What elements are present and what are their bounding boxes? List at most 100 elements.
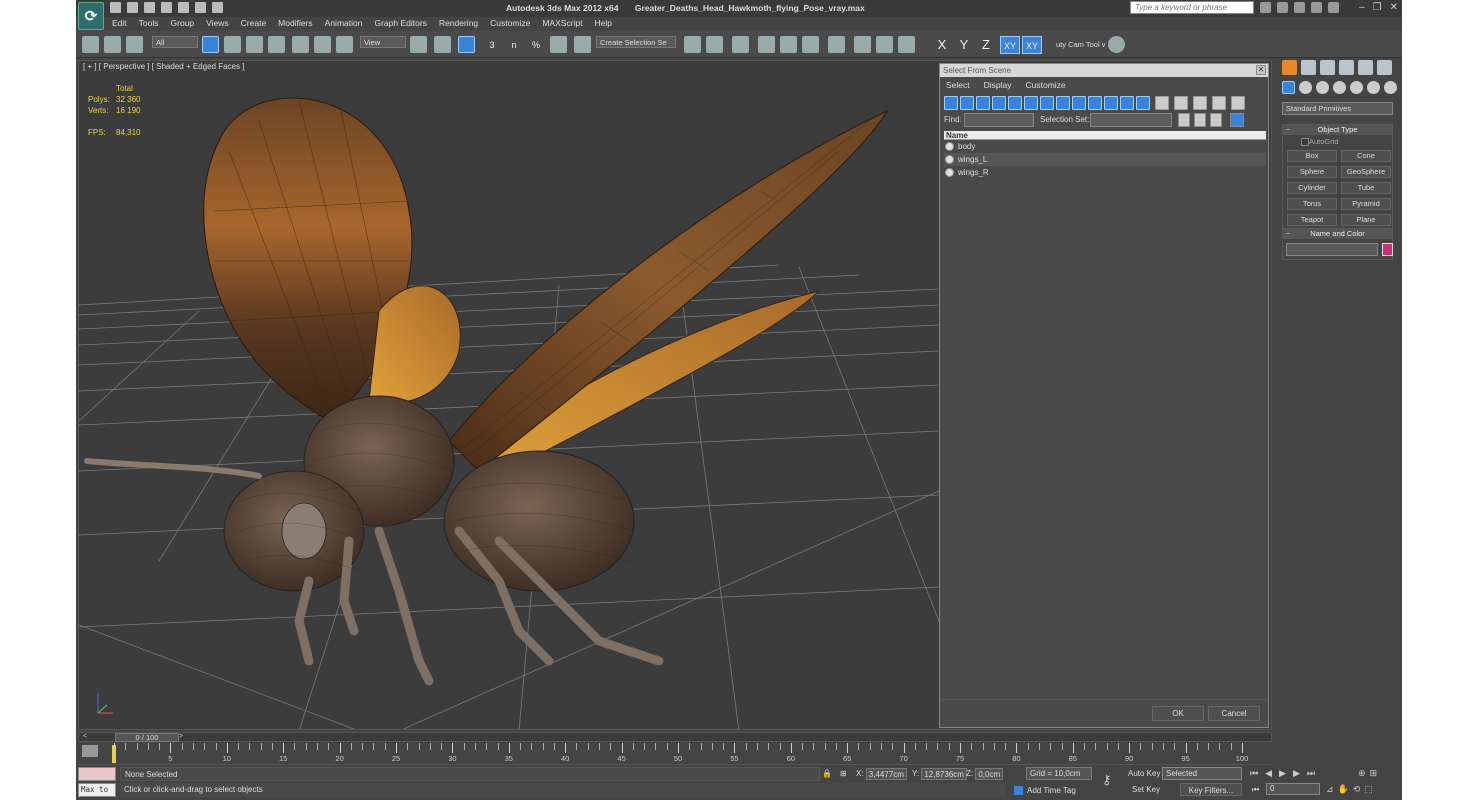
key-mode-dropdown[interactable]: Selected (1162, 767, 1242, 780)
select-all-icon[interactable] (1178, 113, 1190, 127)
list-item[interactable]: wings_R (944, 166, 1266, 179)
menu-views[interactable]: Views (200, 17, 235, 30)
object-color-swatch[interactable] (1382, 243, 1393, 256)
menu-help[interactable]: Help (588, 17, 617, 30)
tube-button[interactable]: Tube (1341, 182, 1391, 194)
select-none-icon[interactable] (1194, 113, 1206, 127)
go-to-start-icon[interactable]: ⏮ (1250, 768, 1258, 779)
spinner-snap-icon[interactable] (550, 36, 567, 53)
cylinder-button[interactable]: Cylinder (1287, 182, 1337, 194)
object-name-input[interactable] (1286, 243, 1378, 256)
systems-icon[interactable] (1384, 81, 1397, 94)
teapot-button[interactable]: Teapot (1287, 214, 1337, 226)
cone-button[interactable]: Cone (1341, 150, 1391, 162)
minimize-icon[interactable]: ‒ (1359, 2, 1365, 13)
torus-button[interactable]: Torus (1287, 198, 1337, 210)
auto-key-button[interactable]: Auto Key (1128, 767, 1160, 780)
menu-customize[interactable]: Customize (484, 17, 536, 30)
dialog-menu-select[interactable]: Select (946, 79, 970, 92)
lights-icon[interactable] (1316, 81, 1329, 94)
zoom-icon[interactable]: ⊕ (1358, 768, 1366, 779)
modify-tab-icon[interactable] (1301, 60, 1316, 75)
reference-coordinate-dropdown[interactable]: View (360, 36, 406, 48)
field-of-view-icon[interactable]: ⊿ (1326, 784, 1334, 795)
coord-z-field[interactable]: 0,0cm (975, 767, 1004, 780)
mirror-icon[interactable] (684, 36, 701, 53)
window-crossing-icon[interactable] (268, 36, 285, 53)
coord-x-field[interactable]: 3,4477cm (865, 767, 907, 780)
select-invert-icon[interactable] (1210, 113, 1222, 127)
pivot-center-icon[interactable] (410, 36, 427, 53)
edit-named-selection-icon[interactable] (574, 36, 591, 53)
display-invert-icon[interactable] (1174, 96, 1188, 110)
previous-frame-icon[interactable]: ◀ (1265, 768, 1272, 779)
menu-graph-editors[interactable]: Graph Editors (368, 17, 432, 30)
binoculars-icon[interactable] (1260, 2, 1271, 13)
display-bones-icon[interactable] (1072, 96, 1086, 110)
redo-icon[interactable] (178, 2, 189, 13)
align-icon[interactable] (706, 36, 723, 53)
close-icon[interactable]: ✕ (1390, 2, 1398, 13)
cameras-icon[interactable] (1333, 81, 1346, 94)
filter-icon[interactable] (1212, 96, 1226, 110)
keyboard-shortcut-override-icon[interactable] (458, 36, 475, 53)
save-file-icon[interactable] (144, 2, 155, 13)
sphere-button[interactable]: Sphere (1287, 166, 1337, 178)
display-none-icon[interactable] (1155, 96, 1169, 110)
undo-icon[interactable] (161, 2, 172, 13)
geosphere-button[interactable]: GeoSphere (1341, 166, 1391, 178)
time-next-arrow-icon[interactable]: > (179, 733, 183, 740)
primitive-type-dropdown[interactable]: Standard Primitives (1282, 102, 1393, 115)
space-warps-icon[interactable] (1367, 81, 1380, 94)
maxscript-listener-input[interactable] (78, 767, 116, 781)
add-time-tag-button[interactable]: Add Time Tag (1014, 784, 1076, 797)
angle-snap-icon[interactable]: n (504, 36, 524, 54)
box-button[interactable]: Box (1287, 150, 1337, 162)
display-tab-icon[interactable] (1358, 60, 1373, 75)
list-item[interactable]: wings_L (944, 153, 1266, 166)
select-dependents-icon[interactable] (1230, 113, 1244, 127)
percent-snap-icon[interactable]: % (526, 36, 546, 54)
time-prev-arrow-icon[interactable]: < (83, 733, 87, 740)
mini-curve-editor-icon[interactable] (82, 745, 98, 757)
app-logo-icon[interactable]: ⟳ (78, 2, 104, 30)
time-slider[interactable]: 0 / 100 (115, 733, 179, 742)
ok-button[interactable]: OK (1152, 706, 1204, 721)
menu-maxscript[interactable]: MAXScript (536, 17, 588, 30)
autogrid-checkbox[interactable]: AutoGrid (1283, 135, 1392, 148)
constrain-xy-button[interactable]: XY (1000, 36, 1020, 54)
track-bar[interactable]: 0510152025303540455055606570758085909510… (78, 743, 1272, 765)
helpers-icon[interactable] (1350, 81, 1363, 94)
column-header-name[interactable]: Name (944, 131, 1266, 140)
constrain-x-button[interactable]: X (932, 36, 952, 54)
open-file-icon[interactable] (127, 2, 138, 13)
maxscript-mini-listener[interactable]: Max to (78, 783, 116, 797)
set-key-button[interactable]: Set Key (1132, 783, 1160, 796)
filter-options-icon[interactable] (1231, 96, 1245, 110)
help-icon[interactable] (1328, 2, 1339, 13)
set-key-icon[interactable]: ⚷ (1102, 772, 1112, 788)
communication-icon[interactable] (1294, 2, 1305, 13)
display-lights-icon[interactable] (976, 96, 990, 110)
scale-icon[interactable] (336, 36, 353, 53)
render-production-icon[interactable] (898, 36, 915, 53)
pyramid-button[interactable]: Pyramid (1341, 198, 1391, 210)
move-icon[interactable] (292, 36, 309, 53)
display-groups-icon[interactable] (1040, 96, 1054, 110)
coord-y-field[interactable]: 12,8736cm (921, 767, 967, 780)
current-frame-marker[interactable] (112, 745, 116, 763)
selection-filter-dropdown[interactable]: All (152, 36, 198, 48)
utilities-tab-icon[interactable] (1377, 60, 1392, 75)
constrain-xy-toggle-button[interactable]: XY (1022, 36, 1042, 54)
menu-tools[interactable]: Tools (133, 17, 165, 30)
menu-animation[interactable]: Animation (319, 17, 369, 30)
hierarchy-tab-icon[interactable] (1320, 60, 1335, 75)
maximize-viewport-icon[interactable]: ⬚ (1364, 784, 1373, 795)
display-space-warps-icon[interactable] (1024, 96, 1038, 110)
create-tab-icon[interactable] (1282, 60, 1297, 75)
material-editor-icon[interactable] (828, 36, 845, 53)
viewport-label[interactable]: [ + ] [ Perspective ] [ Shaded + Edged F… (83, 62, 244, 71)
play-icon[interactable]: ▶ (1279, 768, 1286, 779)
sync-selection-icon[interactable] (1193, 96, 1207, 110)
dialog-menu-customize[interactable]: Customize (1026, 79, 1066, 92)
